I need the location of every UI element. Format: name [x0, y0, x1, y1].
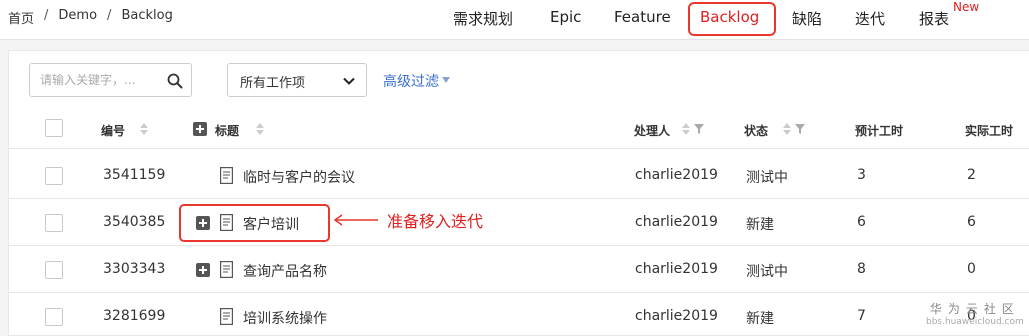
- header-title: 标题: [215, 124, 240, 138]
- chevron-down-icon: [343, 77, 355, 85]
- breadcrumb-home[interactable]: 首页: [8, 8, 34, 27]
- row-title[interactable]: 查询产品名称: [243, 261, 327, 281]
- sort-icon[interactable]: [682, 123, 690, 135]
- row-status: 新建: [746, 217, 774, 233]
- search-box[interactable]: [29, 63, 192, 97]
- document-icon: [220, 261, 233, 278]
- row-planned-hours: 8: [857, 261, 866, 277]
- row-id[interactable]: 3303343: [103, 261, 165, 277]
- nav-iterations[interactable]: 迭代: [855, 8, 885, 29]
- table-header: 编号 标题 处理人 状态 预计工时 实际工时: [9, 109, 1029, 149]
- row-assignee: charlie2019: [635, 308, 718, 324]
- sort-icon[interactable]: [140, 123, 148, 135]
- header-assignee: 处理人: [634, 124, 671, 138]
- breadcrumb-project[interactable]: Demo: [58, 8, 97, 27]
- row-assignee: charlie2019: [635, 167, 718, 183]
- nav-feature[interactable]: Feature: [614, 8, 671, 26]
- breadcrumb-separator: /: [107, 8, 112, 23]
- row-actual-hours: 6: [967, 214, 976, 230]
- nav-defects[interactable]: 缺陷: [792, 8, 822, 29]
- active-tab-highlight: [688, 2, 776, 36]
- row-assignee: charlie2019: [635, 214, 718, 230]
- workitem-type-select[interactable]: 所有工作项: [227, 63, 367, 97]
- document-icon: [220, 167, 233, 184]
- sort-icon[interactable]: [256, 123, 264, 135]
- expand-all-icon[interactable]: [193, 122, 207, 136]
- row-status: 测试中: [746, 170, 788, 186]
- row-actual-hours: 0: [967, 261, 976, 277]
- table-row[interactable]: 3541159 临时与客户的会议 charlie2019 测试中 3 2: [9, 153, 1029, 199]
- table-row[interactable]: 3540385 客户培训 charlie2019 新建 6 6: [9, 200, 1029, 246]
- table-row[interactable]: 3281699 培训系统操作 charlie2019 新建 7 0: [9, 294, 1029, 336]
- caret-down-icon: [442, 77, 450, 83]
- annotation-highlight-box: [179, 204, 330, 242]
- nav-requirement-planning[interactable]: 需求规划: [453, 8, 513, 29]
- row-id[interactable]: 3281699: [103, 308, 165, 324]
- annotation-arrow-icon: [333, 214, 378, 226]
- header-id: 编号: [101, 124, 126, 138]
- row-status: 测试中: [746, 264, 788, 280]
- select-all-checkbox[interactable]: [45, 119, 63, 137]
- watermark-sub: bbs.huaweicloud.com: [926, 317, 1024, 327]
- row-id[interactable]: 3541159: [103, 167, 165, 183]
- expand-icon[interactable]: [196, 263, 210, 277]
- row-checkbox[interactable]: [45, 167, 63, 185]
- row-checkbox[interactable]: [45, 261, 63, 279]
- nav-reports[interactable]: 报表: [919, 8, 949, 29]
- document-icon: [220, 308, 233, 325]
- sort-icon[interactable]: [783, 123, 791, 135]
- breadcrumb-current: Backlog: [121, 8, 173, 23]
- row-id[interactable]: 3540385: [103, 214, 165, 230]
- row-title[interactable]: 培训系统操作: [243, 308, 327, 328]
- search-icon[interactable]: [167, 73, 183, 89]
- header-actual-hours: 实际工时: [965, 124, 1014, 138]
- advanced-filter-label: 高级过滤: [383, 74, 439, 90]
- advanced-filter-link[interactable]: 高级过滤: [383, 71, 450, 91]
- filter-icon[interactable]: [795, 124, 805, 134]
- breadcrumb: 首页 / Demo / Backlog: [8, 8, 173, 27]
- row-planned-hours: 3: [857, 167, 866, 183]
- row-title[interactable]: 临时与客户的会议: [243, 167, 355, 187]
- row-planned-hours: 7: [857, 308, 866, 324]
- table-row[interactable]: 3303343 查询产品名称 charlie2019 测试中 8 0: [9, 247, 1029, 293]
- nav-epic[interactable]: Epic: [550, 8, 581, 26]
- row-checkbox[interactable]: [45, 308, 63, 326]
- header-status: 状态: [744, 124, 769, 138]
- breadcrumb-separator: /: [44, 8, 49, 23]
- top-bar: 首页 / Demo / Backlog 需求规划 Epic Feature Ba…: [0, 0, 1029, 40]
- row-assignee: charlie2019: [635, 261, 718, 277]
- new-badge: New: [953, 0, 980, 14]
- workitem-type-value: 所有工作项: [240, 76, 306, 91]
- row-actual-hours: 2: [967, 167, 976, 183]
- row-status: 新建: [746, 311, 774, 327]
- header-planned-hours: 预计工时: [855, 124, 904, 138]
- watermark-main: 华为云社区: [929, 302, 1020, 316]
- watermark: 华为云社区 bbs.huaweicloud.com: [926, 300, 1024, 327]
- annotation-text: 准备移入迭代: [387, 212, 484, 231]
- filter-icon[interactable]: [694, 124, 704, 134]
- row-planned-hours: 6: [857, 214, 866, 230]
- backlog-panel: 所有工作项 高级过滤 编号 标题 处理人 状态 预计工时 实际工时: [8, 50, 1029, 336]
- search-input[interactable]: [40, 71, 160, 89]
- row-checkbox[interactable]: [45, 214, 63, 232]
